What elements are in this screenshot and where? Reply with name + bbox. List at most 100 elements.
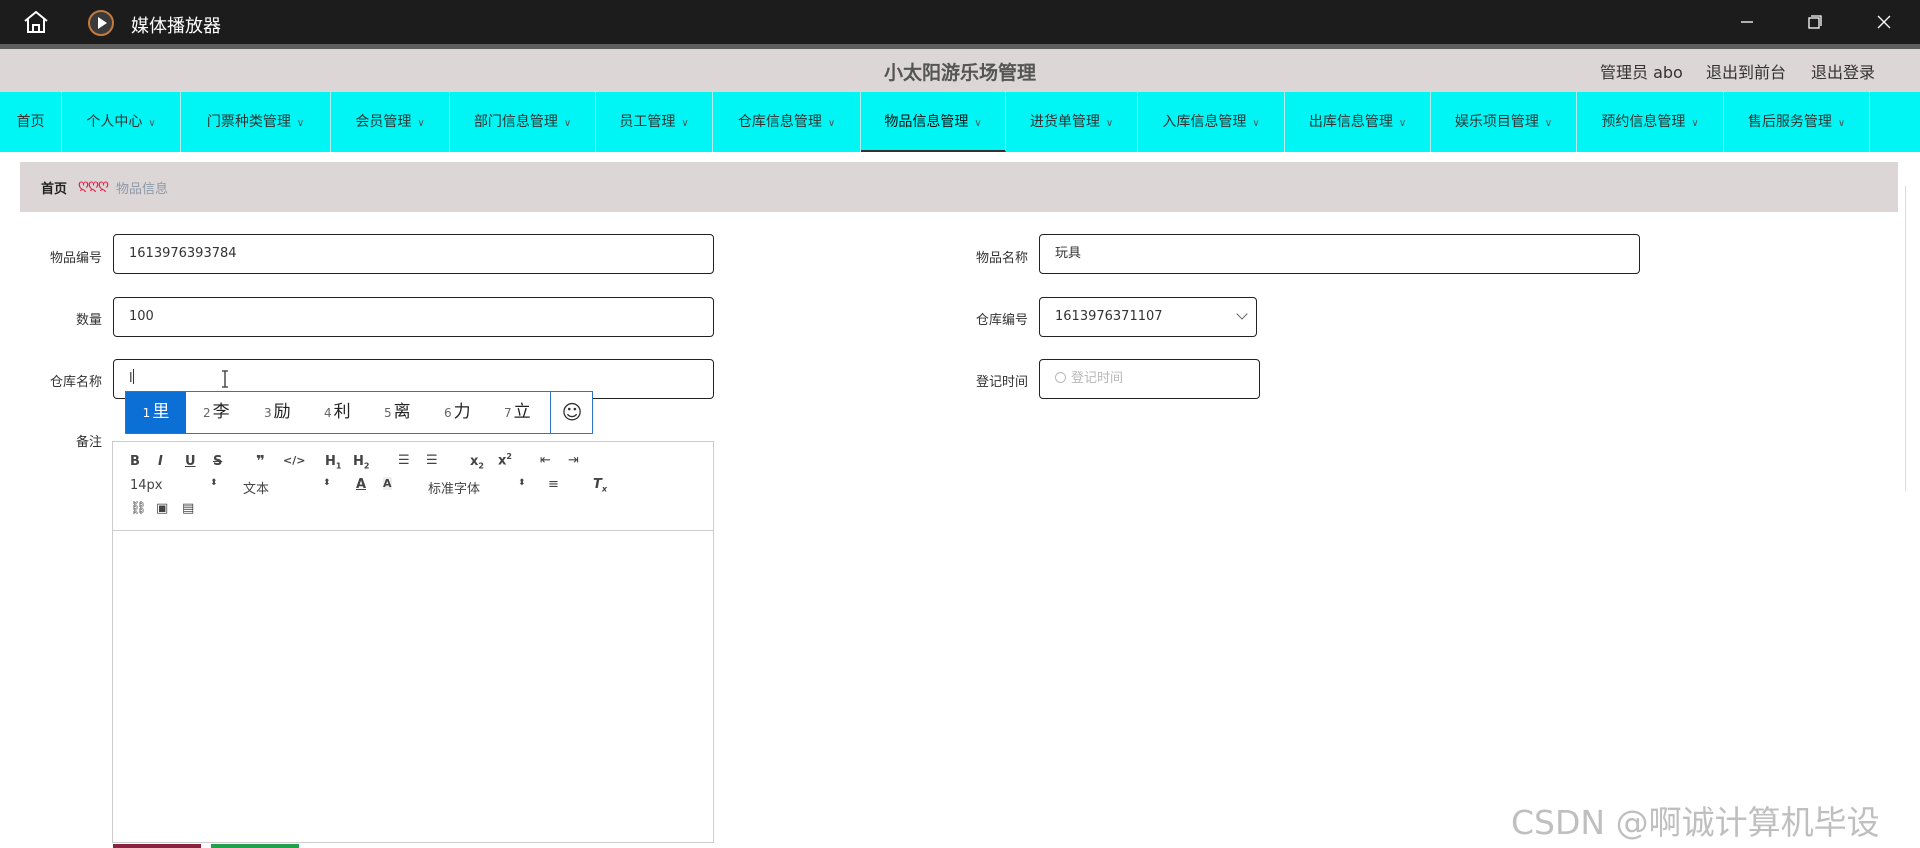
warehouse-no-label: 仓库编号	[975, 313, 1028, 328]
select-arrow-icon: ⬍	[323, 478, 331, 488]
breadcrumb-separator: ღღღ	[78, 177, 109, 193]
font-color-icon[interactable]: A	[356, 477, 366, 492]
item-name-field[interactable]: 玩具	[1039, 234, 1640, 274]
ime-candidate-3[interactable]: 3励	[264, 392, 291, 433]
menu-item-reservations[interactable]: 预约信息管理 ∨	[1577, 92, 1724, 152]
bullet-list-icon[interactable]: ☰	[426, 453, 438, 468]
menu-item-stock-in[interactable]: 入库信息管理 ∨	[1138, 92, 1285, 152]
menu-item-stock-out[interactable]: 出库信息管理 ∨	[1285, 92, 1431, 152]
minimize-icon[interactable]	[1727, 8, 1767, 36]
menu-item-warehouses[interactable]: 仓库信息管理 ∨	[713, 92, 861, 152]
menu-item-items[interactable]: 物品信息管理 ∨	[861, 92, 1006, 152]
ordered-list-icon[interactable]: ☰	[398, 453, 410, 468]
heading2-icon[interactable]: H2	[353, 454, 369, 471]
menu-item-personal-center[interactable]: 个人中心 ∨	[62, 92, 181, 152]
chevron-down-icon: ∨	[1691, 118, 1699, 129]
emoji-icon[interactable]: ☺	[550, 392, 593, 433]
register-time-placeholder: 登记时间	[1071, 371, 1124, 386]
ime-candidate-1[interactable]: 1里	[126, 392, 186, 433]
chevron-down-icon: ∨	[1398, 118, 1407, 129]
window-title: 媒体播放器	[131, 16, 221, 37]
chevron-down-icon: ∨	[296, 118, 305, 129]
breadcrumb-home[interactable]: 首页	[41, 178, 67, 197]
font-size-select[interactable]: 14px ⬍	[130, 478, 220, 493]
background-color-icon[interactable]: A	[383, 477, 392, 490]
ime-candidate-2[interactable]: 2李	[203, 392, 230, 433]
select-arrow-icon: ⬍	[210, 478, 218, 488]
close-icon[interactable]	[1864, 8, 1904, 36]
app-header: 小太阳游乐场管理 管理员 abo 退出到前台 退出登录	[0, 49, 1920, 92]
item-name-label: 物品名称	[975, 251, 1028, 266]
ime-candidate-6[interactable]: 6力	[444, 392, 471, 433]
register-time-label: 登记时间	[975, 375, 1028, 390]
bold-icon[interactable]: B	[130, 454, 140, 469]
chevron-down-icon: ∨	[681, 118, 689, 129]
i-beam-cursor-icon	[222, 370, 228, 388]
menu-item-attractions[interactable]: 娱乐项目管理 ∨	[1431, 92, 1577, 152]
align-icon[interactable]: ≡	[548, 477, 559, 492]
clock-icon	[1055, 372, 1066, 383]
media-player-icon	[88, 10, 114, 36]
chevron-down-icon: ∨	[148, 118, 156, 129]
underline-icon[interactable]: U	[185, 454, 196, 469]
main-menu: 首页 个人中心 ∨ 门票种类管理 ∨ 会员管理 ∨ 部门信息管理 ∨ 员工管理 ∨ 仓库信…	[0, 92, 1920, 152]
menu-item-home[interactable]: 首页	[0, 92, 62, 152]
quantity-label: 数量	[75, 313, 102, 328]
ime-candidate-5[interactable]: 5离	[384, 392, 411, 433]
menu-item-members[interactable]: 会员管理 ∨	[331, 92, 450, 152]
image-icon[interactable]: ▣	[156, 501, 168, 516]
warehouse-no-select[interactable]: 1613976371107	[1039, 297, 1257, 337]
clear-format-icon[interactable]: Tx	[593, 477, 607, 494]
video-icon[interactable]: ▤	[182, 501, 194, 516]
indent-icon[interactable]: ⇥	[568, 453, 579, 468]
block-type-select[interactable]: 文本 ⬍	[243, 478, 333, 497]
side-panel-edge	[1905, 186, 1920, 491]
editor-content-area[interactable]	[113, 532, 713, 842]
superscript-icon[interactable]: x2	[498, 452, 512, 468]
window-titlebar: 媒体播放器	[0, 0, 1920, 44]
admin-label: 管理员 abo	[1600, 63, 1683, 82]
blockquote-icon[interactable]: ❞	[256, 452, 265, 470]
chevron-down-icon: ∨	[827, 118, 836, 129]
home-icon[interactable]	[22, 10, 50, 34]
breadcrumb-current: 物品信息	[116, 182, 169, 197]
text-cursor	[132, 369, 134, 384]
cancel-button[interactable]	[211, 844, 299, 848]
warehouse-no-value: 1613976371107	[1055, 309, 1163, 324]
outdent-icon[interactable]: ⇤	[540, 453, 551, 468]
chevron-down-icon	[1236, 308, 1248, 320]
menu-item-departments[interactable]: 部门信息管理 ∨	[450, 92, 596, 152]
notes-editor: B I U S ❞ </> H1 H2 ☰ ☰ x2 x2 ⇤ ⇥ 14px ⬍ …	[112, 441, 714, 843]
ime-candidate-7[interactable]: 7立	[504, 392, 531, 433]
subscript-icon[interactable]: x2	[470, 454, 484, 471]
breadcrumb: 首页 ღღღ 物品信息	[20, 162, 1898, 212]
italic-icon[interactable]: I	[158, 454, 163, 469]
restore-icon[interactable]	[1795, 8, 1835, 36]
item-no-field[interactable]: 1613976393784	[113, 234, 714, 274]
link-icon[interactable]: ⛓	[130, 501, 147, 516]
chevron-down-icon: ∨	[1544, 118, 1553, 129]
chevron-down-icon: ∨	[1837, 118, 1846, 129]
menu-item-ticket-types[interactable]: 门票种类管理 ∨	[181, 92, 331, 152]
submit-button[interactable]	[113, 844, 201, 848]
chevron-down-icon: ∨	[417, 118, 425, 129]
font-family-select[interactable]: 标准字体 ⬍	[428, 478, 528, 497]
menu-item-purchase-orders[interactable]: 进货单管理 ∨	[1006, 92, 1138, 152]
strike-icon[interactable]: S	[213, 454, 222, 469]
menu-item-staff[interactable]: 员工管理 ∨	[596, 92, 713, 152]
warehouse-name-label: 仓库名称	[49, 375, 102, 390]
register-time-picker[interactable]: 登记时间	[1039, 359, 1260, 399]
chevron-down-icon: ∨	[1105, 118, 1114, 129]
notes-label: 备注	[75, 435, 102, 450]
logout-link[interactable]: 退出登录	[1811, 59, 1875, 83]
chevron-down-icon: ∨	[1252, 118, 1260, 129]
chevron-down-icon: ∨	[563, 118, 572, 129]
exit-to-front-link[interactable]: 退出到前台	[1706, 59, 1786, 83]
watermark: CSDN @啊诚计算机毕设	[1511, 803, 1880, 842]
ime-candidate-4[interactable]: 4利	[324, 392, 351, 433]
menu-item-after-sales[interactable]: 售后服务管理 ∨	[1724, 92, 1870, 152]
code-block-icon[interactable]: </>	[283, 454, 305, 467]
select-arrow-icon: ⬍	[518, 478, 526, 488]
heading1-icon[interactable]: H1	[325, 454, 341, 471]
quantity-field[interactable]: 100	[113, 297, 714, 337]
